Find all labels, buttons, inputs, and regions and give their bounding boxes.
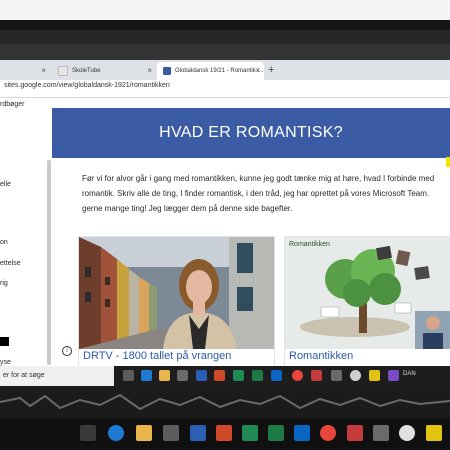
edge-icon[interactable]: [108, 425, 124, 441]
outlook-icon[interactable]: [294, 425, 310, 441]
presentation-card-title[interactable]: Romantikken: [289, 350, 353, 362]
close-tab-icon[interactable]: ×: [255, 67, 260, 75]
task-view-icon[interactable]: [123, 370, 134, 381]
app-icon[interactable]: [388, 370, 399, 381]
sidebar-scrollbar[interactable]: [47, 160, 51, 365]
sticky-notes-icon[interactable]: [369, 370, 380, 381]
sidebar-item[interactable]: ettelse: [0, 260, 21, 267]
sidebar-item[interactable]: on: [0, 239, 8, 246]
video-card-title[interactable]: DRTV - 1800 tallet på vrangen: [83, 350, 231, 362]
intro-line: Før vi for alvor går i gang med romantik…: [82, 174, 435, 183]
record-icon[interactable]: [399, 425, 415, 441]
edge-icon[interactable]: [141, 370, 152, 381]
browser-tab[interactable]: ×: [0, 62, 50, 80]
presentation-caption: Romantikken: [289, 241, 330, 248]
store-icon[interactable]: [177, 370, 188, 381]
store-icon[interactable]: [163, 425, 179, 441]
url-text[interactable]: sites.google.com/view/globaldansk-1921/r…: [4, 82, 170, 89]
info-icon[interactable]: i: [62, 346, 72, 356]
publisher-icon[interactable]: [242, 425, 258, 441]
task-view-icon[interactable]: [80, 425, 96, 441]
chrome-icon[interactable]: [292, 370, 303, 381]
dark-band: [0, 20, 450, 30]
browser-tab-globaldansk[interactable]: Globaldansk 19/21 - Romantik i... ×: [157, 62, 264, 80]
top-bezel: [0, 0, 450, 20]
page-title: HVAD ER ROMANTISK?: [159, 124, 343, 141]
skoletube-favicon-icon: [58, 66, 68, 76]
excel-icon[interactable]: [252, 370, 263, 381]
intro-line: romantik. Skriv alle de ting, I finder r…: [82, 189, 430, 198]
sidebar-item[interactable]: rig: [0, 280, 8, 287]
browser-tab-bar: × SkoleTube × Globaldansk 19/21 - Romant…: [0, 60, 450, 80]
dark-band: [0, 30, 450, 44]
yellow-marker: [446, 157, 450, 167]
taskbar-search-input[interactable]: er for at søge: [0, 366, 114, 386]
sidebar-selected-marker: [0, 337, 9, 346]
publisher-icon[interactable]: [233, 370, 244, 381]
system-tray-language[interactable]: DAN: [403, 371, 416, 377]
file-explorer-icon[interactable]: [136, 425, 152, 441]
new-tab-button[interactable]: +: [268, 64, 274, 76]
google-sites-favicon-icon: [163, 67, 171, 75]
site-sidebar: rdbøger elle on ettelse rig yse: [0, 98, 52, 366]
intro-paragraph: Før vi for alvor går i gang med romantik…: [82, 171, 450, 216]
outlook-icon[interactable]: [271, 370, 282, 381]
screen-recorder-icon[interactable]: [311, 370, 322, 381]
excel-icon[interactable]: [268, 425, 284, 441]
app-icon[interactable]: [331, 370, 342, 381]
chrome-icon[interactable]: [320, 425, 336, 441]
word-icon[interactable]: [190, 425, 206, 441]
tab-label: SkoleTube: [72, 68, 101, 74]
intro-line: gerne mange ting! Jeg lægger dem på denn…: [82, 204, 293, 213]
record-icon[interactable]: [350, 370, 361, 381]
sidebar-item[interactable]: yse: [0, 359, 11, 366]
word-icon[interactable]: [196, 370, 207, 381]
video-card[interactable]: DRTV - 1800 tallet på vrangen: [78, 236, 275, 368]
file-explorer-icon[interactable]: [159, 370, 170, 381]
close-tab-icon[interactable]: ×: [41, 67, 46, 75]
sidebar-item[interactable]: elle: [0, 181, 11, 188]
sticky-notes-icon[interactable]: [426, 425, 442, 441]
powerpoint-icon[interactable]: [216, 425, 232, 441]
sidebar-item[interactable]: rdbøger: [0, 101, 25, 108]
audio-waveform-strip: [0, 386, 450, 418]
app-icon[interactable]: [373, 425, 389, 441]
browser-tab-skoletube[interactable]: SkoleTube ×: [52, 62, 156, 80]
close-tab-icon[interactable]: ×: [147, 67, 152, 75]
video-thumbnail[interactable]: [79, 237, 274, 349]
dark-band: [0, 44, 450, 60]
presentation-card[interactable]: Romantikken Romantikken: [284, 236, 450, 368]
presentation-thumbnail[interactable]: Romantikken: [285, 237, 450, 349]
tab-label: Globaldansk 19/21 - Romantik i...: [175, 68, 264, 74]
powerpoint-icon[interactable]: [214, 370, 225, 381]
screen-recorder-icon[interactable]: [347, 425, 363, 441]
waveform-graphic: [0, 393, 450, 411]
